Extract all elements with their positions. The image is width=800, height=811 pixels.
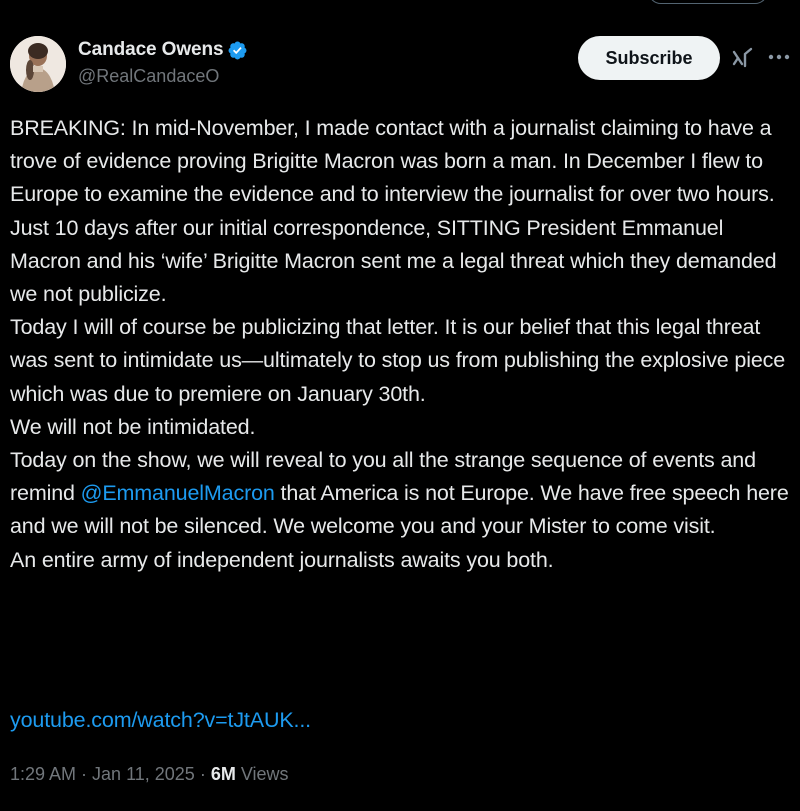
tweet-date[interactable]: Jan 11, 2025 bbox=[92, 764, 195, 785]
youtube-link[interactable]: youtube.com/watch?v=tJtAUK... bbox=[10, 708, 311, 733]
views-count[interactable]: 6M bbox=[211, 764, 236, 785]
tweet-paragraph: Today I will of course be publicizing th… bbox=[10, 315, 786, 406]
tweet-paragraph-with-mention: Today on the show, we will reveal to you… bbox=[10, 444, 792, 544]
top-pill-button-partial[interactable] bbox=[648, 0, 768, 4]
tweet-paragraph: We will not be intimidated. bbox=[10, 414, 256, 439]
mention-link[interactable]: @EmmanuelMacron bbox=[81, 481, 275, 505]
tweet-text: BREAKING: In mid-November, I made contac… bbox=[10, 112, 792, 577]
profile-photo-icon bbox=[10, 36, 66, 92]
more-icon[interactable] bbox=[766, 44, 792, 70]
tweet-header: Candace Owens @RealCandaceO Subscribe bbox=[10, 36, 790, 94]
views-label: Views bbox=[240, 764, 289, 784]
grok-icon[interactable] bbox=[731, 46, 755, 70]
tweet-paragraph: BREAKING: In mid-November, I made contac… bbox=[10, 116, 775, 207]
tweet-paragraph: An entire army of independent journalist… bbox=[10, 547, 554, 572]
verified-badge-icon bbox=[227, 40, 248, 61]
avatar[interactable] bbox=[10, 36, 66, 92]
separator: · bbox=[81, 764, 88, 784]
subscribe-button[interactable]: Subscribe bbox=[578, 36, 720, 80]
display-name[interactable]: Candace Owens bbox=[78, 39, 224, 61]
author-info: Candace Owens @RealCandaceO bbox=[78, 38, 248, 87]
tweet-paragraph: Just 10 days after our initial correspon… bbox=[10, 215, 777, 307]
handle[interactable]: @RealCandaceO bbox=[78, 66, 248, 87]
tweet-time[interactable]: 1:29 AM bbox=[10, 764, 76, 785]
tweet-metadata: 1:29 AM · Jan 11, 2025 · 6M Views bbox=[10, 764, 289, 785]
separator: · bbox=[199, 764, 206, 784]
